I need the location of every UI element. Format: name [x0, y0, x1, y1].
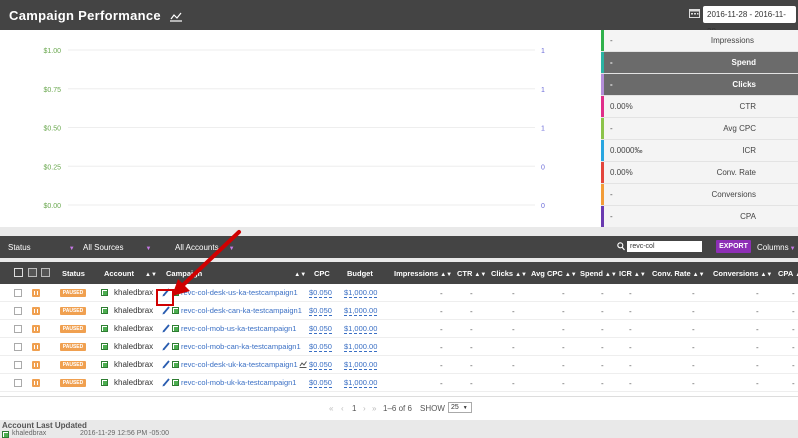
annotation-arrow [172, 230, 241, 296]
